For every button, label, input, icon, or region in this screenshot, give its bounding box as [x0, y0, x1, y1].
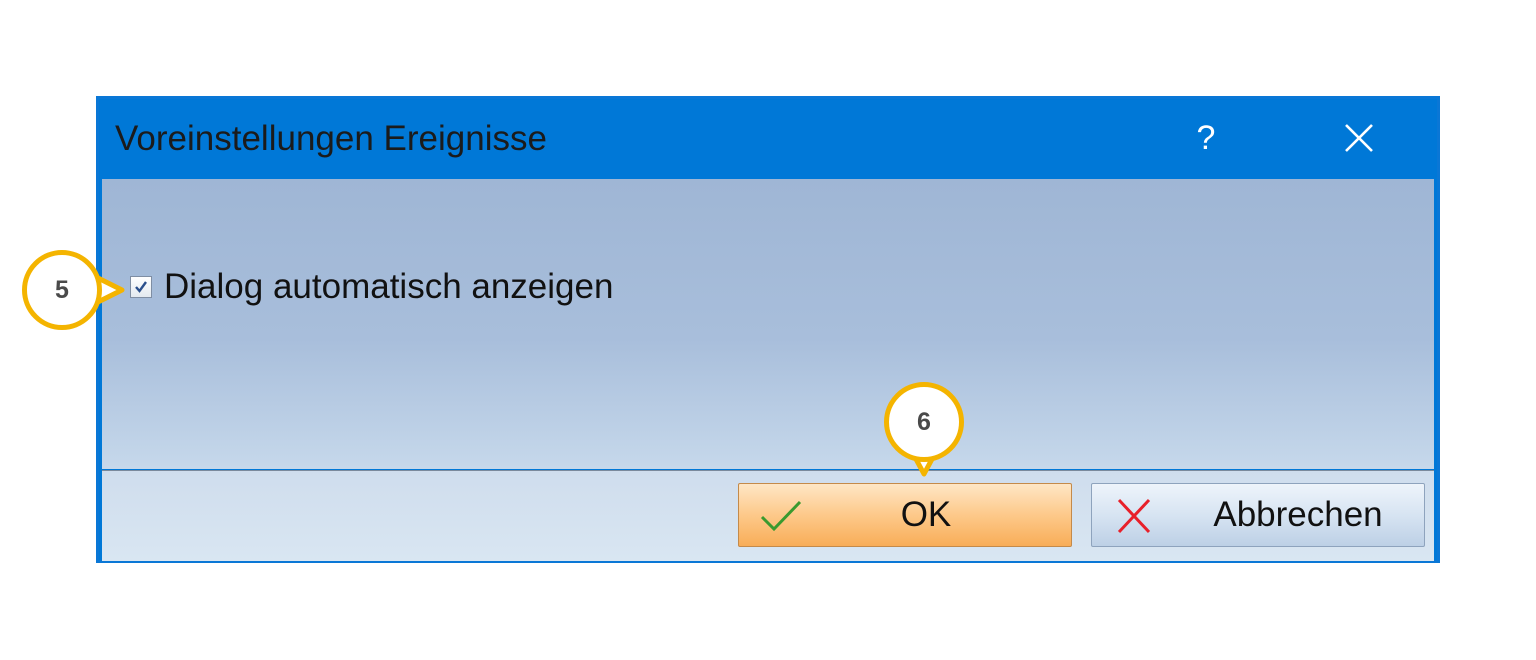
checkmark-icon	[135, 281, 147, 293]
checkmark-icon	[760, 500, 802, 532]
cross-icon	[1117, 498, 1151, 534]
close-icon	[1345, 124, 1373, 152]
auto-show-label: Dialog automatisch anzeigen	[164, 267, 614, 306]
preferences-dialog: Voreinstellungen Ereignisse ? Dialog aut…	[96, 96, 1440, 563]
dialog-content: Dialog automatisch anzeigen	[102, 179, 1434, 469]
title-bar[interactable]: Voreinstellungen Ereignisse ?	[99, 99, 1437, 179]
dialog-title: Voreinstellungen Ereignisse	[115, 119, 547, 158]
cancel-button[interactable]: Abbrechen	[1091, 483, 1425, 547]
close-button[interactable]	[1334, 115, 1384, 161]
callout-6: 6	[884, 382, 964, 462]
ok-button[interactable]: OK	[738, 483, 1072, 547]
auto-show-option[interactable]: Dialog automatisch anzeigen	[130, 267, 613, 307]
button-bar: OK Abbrechen	[102, 470, 1434, 561]
auto-show-checkbox[interactable]	[130, 276, 152, 298]
callout-5: 5	[22, 250, 102, 330]
ok-button-label: OK	[900, 495, 952, 534]
cancel-button-label: Abbrechen	[1213, 495, 1383, 534]
help-button[interactable]: ?	[1181, 115, 1231, 161]
